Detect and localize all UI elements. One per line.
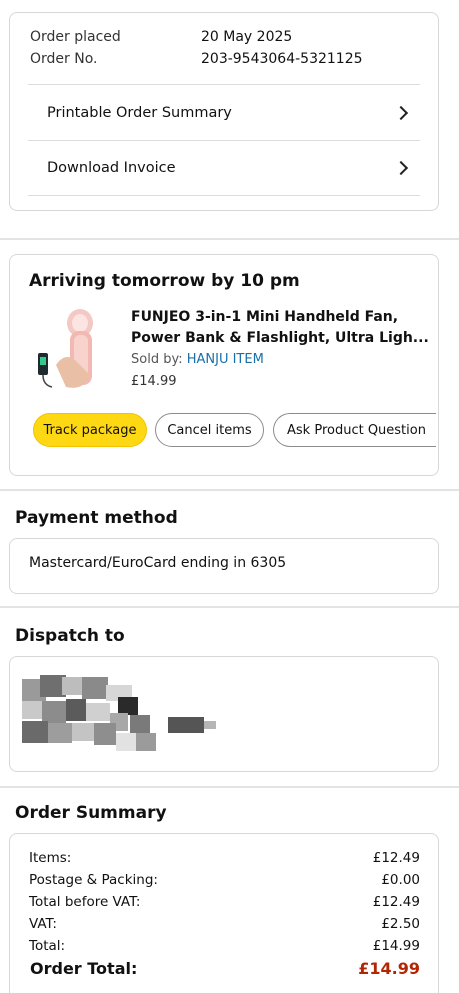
- summary-value: £12.49: [372, 894, 420, 910]
- product-thumbnail[interactable]: [28, 303, 118, 395]
- dispatch-address-card: [9, 656, 439, 772]
- product-price: £14.99: [131, 374, 177, 389]
- order-placed-label: Order placed: [30, 29, 121, 45]
- order-summary-card: Items: £12.49 Postage & Packing: £0.00 T…: [9, 833, 439, 993]
- order-total-row: Order Total: £14.99: [30, 959, 420, 978]
- summary-label: Total before VAT:: [29, 894, 141, 910]
- order-summary-heading: Order Summary: [15, 803, 167, 823]
- order-placed-date: 20 May 2025: [201, 29, 293, 45]
- payment-card: Mastercard/EuroCard ending in 6305: [9, 538, 439, 594]
- download-invoice-label: Download Invoice: [47, 160, 176, 176]
- delivery-estimate-heading: Arriving tomorrow by 10 pm: [29, 271, 300, 291]
- summary-label: Items:: [29, 850, 72, 866]
- order-number-value: 203-9543064-5321125: [201, 51, 363, 67]
- order-total-label: Order Total:: [30, 959, 138, 978]
- order-info-card: Order placed 20 May 2025 Order No. 203-9…: [9, 12, 439, 211]
- order-total-value: £14.99: [358, 959, 420, 978]
- dispatch-to-heading: Dispatch to: [15, 626, 125, 646]
- chevron-right-icon: [393, 105, 409, 120]
- summary-row-total-before-vat: Total before VAT: £12.49: [29, 894, 420, 910]
- summary-label: VAT:: [29, 916, 57, 932]
- section-divider: [0, 786, 459, 788]
- summary-value: £2.50: [381, 916, 420, 932]
- payment-method-heading: Payment method: [15, 508, 178, 528]
- summary-value: £14.99: [372, 938, 420, 954]
- cancel-items-button[interactable]: Cancel items: [155, 413, 264, 447]
- order-number-label: Order No.: [30, 51, 98, 67]
- section-divider: [0, 489, 459, 491]
- summary-row-items: Items: £12.49: [29, 850, 420, 866]
- summary-label: Postage & Packing:: [29, 872, 158, 888]
- sold-by: Sold by: HANJU ITEM: [131, 352, 264, 367]
- seller-link[interactable]: HANJU ITEM: [187, 352, 264, 367]
- payment-method-text: Mastercard/EuroCard ending in 6305: [29, 555, 287, 571]
- shipment-card: Arriving tomorrow by 10 pm FUNJEO 3-in-1…: [9, 254, 439, 476]
- download-invoice-link[interactable]: Download Invoice: [28, 140, 420, 196]
- ask-product-question-button[interactable]: Ask Product Question: [273, 413, 436, 447]
- section-divider: [0, 606, 459, 608]
- sold-by-label: Sold by:: [131, 352, 187, 367]
- track-package-button[interactable]: Track package: [33, 413, 147, 447]
- section-divider: [0, 238, 459, 240]
- printable-order-summary-link[interactable]: Printable Order Summary: [28, 84, 420, 140]
- redacted-address-image: [22, 675, 216, 751]
- summary-row-postage: Postage & Packing: £0.00: [29, 872, 420, 888]
- order-details-page: Order placed 20 May 2025 Order No. 203-9…: [0, 0, 459, 993]
- summary-row-vat: VAT: £2.50: [29, 916, 420, 932]
- summary-value: £0.00: [381, 872, 420, 888]
- summary-value: £12.49: [372, 850, 420, 866]
- summary-row-total: Total: £14.99: [29, 938, 420, 954]
- product-title-link[interactable]: FUNJEO 3-in-1 Mini Handheld Fan, Power B…: [131, 307, 431, 349]
- summary-label: Total:: [29, 938, 66, 954]
- printable-order-summary-label: Printable Order Summary: [47, 104, 232, 121]
- chevron-right-icon: [393, 160, 409, 176]
